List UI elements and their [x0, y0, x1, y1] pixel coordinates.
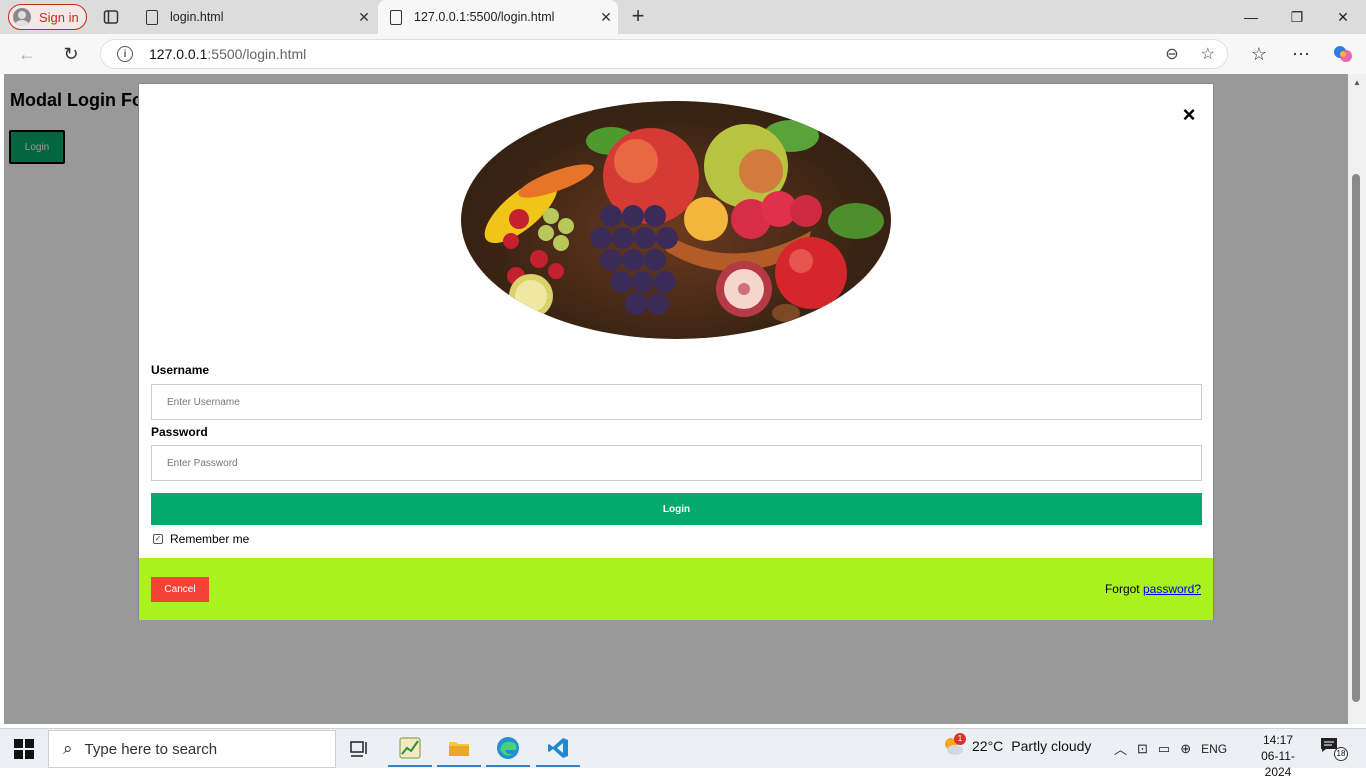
system-tray: ︿ ⊡ ▭ ⊕ ENG: [1114, 739, 1227, 758]
copilot-icon[interactable]: [1330, 42, 1356, 66]
edge-browser-icon[interactable]: [486, 731, 530, 767]
vscode-icon[interactable]: [536, 731, 580, 767]
stock-chart-app-icon[interactable]: [388, 731, 432, 767]
tab-login-html[interactable]: login.html ✕: [134, 0, 376, 34]
tab-title: 127.0.0.1:5500/login.html: [414, 10, 555, 24]
network-globe-icon[interactable]: ⊕: [1180, 741, 1191, 757]
forgot-password-link[interactable]: password?: [1143, 582, 1201, 596]
taskbar-search-placeholder: Type here to search: [84, 740, 218, 758]
notification-center-icon[interactable]: 18: [1320, 737, 1350, 763]
clock-time: 14:17: [1262, 733, 1294, 747]
scroll-thumb[interactable]: [1352, 174, 1360, 702]
language-indicator[interactable]: ENG: [1201, 742, 1227, 756]
weather-widget[interactable]: 1 22°C Partly cloudy: [942, 733, 1092, 757]
password-input[interactable]: Enter Password: [151, 445, 1202, 481]
favorites-icon[interactable]: ☆: [1246, 42, 1272, 66]
close-window-icon[interactable]: ✕: [1320, 0, 1366, 34]
start-windows-icon[interactable]: [14, 739, 34, 759]
partly-cloudy-icon: 1: [942, 733, 966, 757]
remember-label: Remember me: [170, 532, 250, 546]
address-path: :5500/login.html: [207, 46, 307, 62]
address-host: 127.0.0.1: [149, 46, 208, 62]
favorite-star-icon[interactable]: ☆: [1201, 44, 1215, 64]
page-scrollbar[interactable]: ▲: [1348, 74, 1366, 724]
temperature: 22°C: [972, 738, 1004, 754]
file-explorer-icon[interactable]: [437, 731, 481, 767]
profile-label: Sign in: [39, 9, 79, 25]
page-viewport: Modal Login Fo Login × Username Enter Us…: [4, 74, 1348, 724]
page-document-icon: [390, 9, 402, 25]
forgot-text: Forgot: [1104, 582, 1140, 596]
battery-icon[interactable]: ▭: [1158, 741, 1170, 757]
address-bar[interactable]: i 127.0.0.1:5500/login.html ⊖ ☆: [100, 39, 1228, 69]
tab-close-icon[interactable]: ✕: [352, 9, 376, 26]
meet-now-icon[interactable]: ⊡: [1137, 741, 1148, 757]
page-document-icon: [146, 9, 158, 25]
profile-sign-in-button[interactable]: Sign in: [8, 4, 87, 30]
task-view-icon[interactable]: [338, 731, 382, 767]
back-arrow-icon[interactable]: ←: [14, 42, 40, 66]
windows-taskbar: ⌕ Type here to search 1 22°C Partly clou…: [0, 728, 1366, 779]
taskbar-search[interactable]: ⌕ Type here to search: [48, 730, 336, 768]
chevron-up-icon[interactable]: ︿: [1114, 739, 1127, 758]
close-modal-icon[interactable]: ×: [1179, 104, 1199, 126]
forgot-password: Forgot password?: [1105, 582, 1201, 596]
zoom-out-icon[interactable]: ⊖: [1165, 44, 1178, 64]
clock-date: 06-11-2024: [1261, 749, 1295, 779]
browser-tab-strip: Sign in login.html ✕ 127.0.0.1:5500/logi…: [0, 0, 1366, 34]
weather-text: Partly cloudy: [1011, 738, 1092, 754]
clock[interactable]: 14:17 06-11-2024: [1248, 732, 1308, 780]
tab-close-icon[interactable]: ✕: [594, 9, 618, 26]
username-label: Username: [151, 363, 210, 377]
more-menu-icon[interactable]: ⋯: [1288, 42, 1314, 66]
restore-icon[interactable]: ❐: [1274, 0, 1320, 34]
remember-me[interactable]: ✓ Remember me: [153, 532, 249, 546]
tab-actions-icon[interactable]: [100, 6, 122, 28]
tab-active-login[interactable]: 127.0.0.1:5500/login.html ✕: [378, 0, 618, 34]
remember-checkbox[interactable]: ✓: [153, 534, 163, 544]
avatar-image: [461, 101, 891, 339]
modal-footer: Cancel Forgot password?: [139, 558, 1213, 620]
login-submit-button[interactable]: Login: [151, 493, 1202, 525]
login-modal: × Username Enter Username Password Enter…: [138, 83, 1214, 620]
notification-count: 18: [1334, 747, 1348, 761]
tab-title: login.html: [170, 10, 224, 24]
weather-badge: 1: [954, 733, 966, 745]
password-label: Password: [151, 425, 208, 439]
profile-avatar-icon: [13, 8, 31, 26]
scroll-up-arrow-icon[interactable]: ▲: [1353, 78, 1361, 87]
new-tab-icon[interactable]: +: [626, 5, 650, 29]
minimize-icon[interactable]: —: [1228, 0, 1274, 34]
cancel-button[interactable]: Cancel: [151, 577, 209, 602]
site-info-icon[interactable]: i: [117, 46, 133, 62]
search-icon: ⌕: [63, 739, 73, 758]
refresh-icon[interactable]: ↻: [58, 42, 84, 66]
username-input[interactable]: Enter Username: [151, 384, 1202, 420]
browser-toolbar: ← ↻ i 127.0.0.1:5500/login.html ⊖ ☆ ☆ ⋯: [0, 34, 1366, 74]
